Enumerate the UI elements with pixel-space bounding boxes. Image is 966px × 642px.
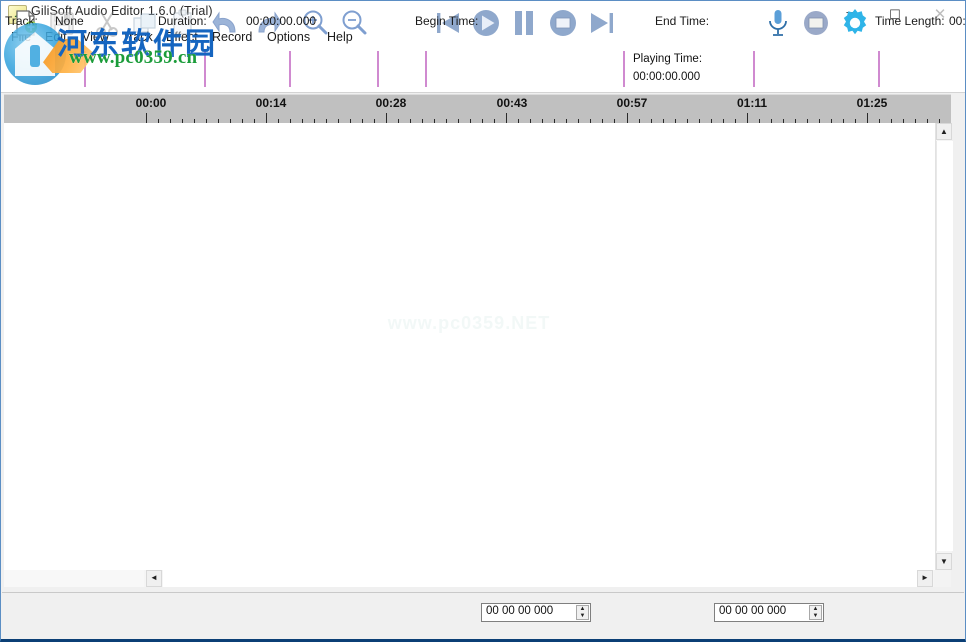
stop-icon: [550, 10, 576, 36]
vertical-scrollbar-thumb[interactable]: [936, 141, 953, 551]
time-length-value: 00:: [949, 14, 966, 28]
scrollbar-spacer: [4, 570, 144, 587]
toolbar: [1, 48, 965, 93]
horizontal-scrollbar-track[interactable]: [163, 570, 917, 587]
copy-button[interactable]: [128, 6, 162, 40]
cut-icon: [96, 11, 118, 37]
settings-button[interactable]: [838, 6, 872, 40]
duration-value: 00:00:00.000: [246, 14, 317, 28]
toolbar-separator: [623, 51, 625, 87]
end-time-stepper[interactable]: ▲ ▼: [809, 605, 822, 620]
record-button[interactable]: [761, 6, 795, 40]
next-button[interactable]: [585, 6, 619, 40]
scroll-down-icon[interactable]: ▼: [936, 553, 952, 570]
toolbar-separator: [878, 51, 880, 87]
copy-icon: [133, 13, 156, 33]
ruler-label: 01:25: [856, 96, 888, 110]
begin-time-label: Begin Time:: [415, 14, 479, 28]
stepper-up-icon[interactable]: ▲: [810, 606, 821, 613]
playing-time-display: Playing Time: 00:00:00.000: [633, 51, 738, 89]
stop-button[interactable]: [546, 6, 580, 40]
scroll-right-icon[interactable]: ►: [917, 570, 933, 587]
ruler-label: 00:57: [616, 96, 648, 110]
scroll-left-icon[interactable]: ◄: [146, 570, 162, 587]
undo-button[interactable]: [211, 6, 245, 40]
waveform-canvas[interactable]: www.pc0359.NET: [4, 123, 934, 570]
stepper-down-icon[interactable]: ▼: [577, 613, 588, 620]
end-time-value: 00 00 00 000: [719, 605, 787, 617]
begin-time-value: 00 00 00 000: [486, 605, 554, 617]
toolbar-separator: [289, 51, 291, 87]
pause-button[interactable]: [507, 6, 541, 40]
end-time-input[interactable]: 00 00 00 000 ▲ ▼: [714, 603, 824, 622]
vertical-scrollbar[interactable]: ▲ ▼: [935, 123, 953, 570]
stepper-up-icon[interactable]: ▲: [577, 606, 588, 613]
settings-gear-icon: [843, 9, 867, 35]
begin-time-input[interactable]: 00 00 00 000 ▲ ▼: [481, 603, 591, 622]
undo-icon: [212, 11, 236, 33]
microphone-icon: [769, 10, 787, 36]
pause-icon: [515, 11, 533, 35]
canvas-watermark: www.pc0359.NET: [387, 313, 551, 333]
ruler-label: 00:00: [135, 96, 167, 110]
playing-time-value: 00:00:00.000: [633, 70, 701, 83]
begin-time-stepper[interactable]: ▲ ▼: [576, 605, 589, 620]
toolbar-separator: [753, 51, 755, 87]
stop-record-icon: [804, 11, 828, 35]
ruler-label: 00:14: [255, 96, 287, 110]
toolbar-separator: [84, 51, 86, 87]
toolbar-separator: [204, 51, 206, 87]
ruler-label: 00:28: [375, 96, 407, 110]
cut-button[interactable]: [90, 6, 124, 40]
ruler-label: 01:11: [736, 96, 768, 110]
application-window: ♫ GiliSoft Audio Editor 1.6.0 (Trial) – …: [0, 0, 966, 642]
zoom-out-icon: [342, 10, 367, 35]
track-label: Track:: [5, 14, 38, 28]
scroll-up-icon[interactable]: ▲: [936, 123, 952, 140]
horizontal-scrollbar[interactable]: ◄ ►: [4, 570, 951, 587]
toolbar-separator: [425, 51, 427, 87]
stepper-down-icon[interactable]: ▼: [810, 613, 821, 620]
ruler-label: 00:43: [496, 96, 528, 110]
toolbar-separator: [377, 51, 379, 87]
zoom-out-button[interactable]: [337, 6, 371, 40]
waveform-canvas-wrapper: www.pc0359.NET ▲ ▼: [4, 123, 953, 570]
scrollbar-corner: [934, 570, 951, 587]
timeline-ruler[interactable]: 00:00 00:14 00:28 00:43 00:57 01:11 01:25: [4, 94, 951, 124]
playing-time-label: Playing Time:: [633, 53, 703, 65]
track-value: None: [55, 14, 84, 28]
next-icon: [591, 13, 613, 33]
duration-label: Duration:: [158, 14, 207, 28]
stop-record-button[interactable]: [799, 6, 833, 40]
time-length-label: Time Length:: [875, 14, 945, 28]
end-time-label: End Time:: [655, 14, 710, 28]
